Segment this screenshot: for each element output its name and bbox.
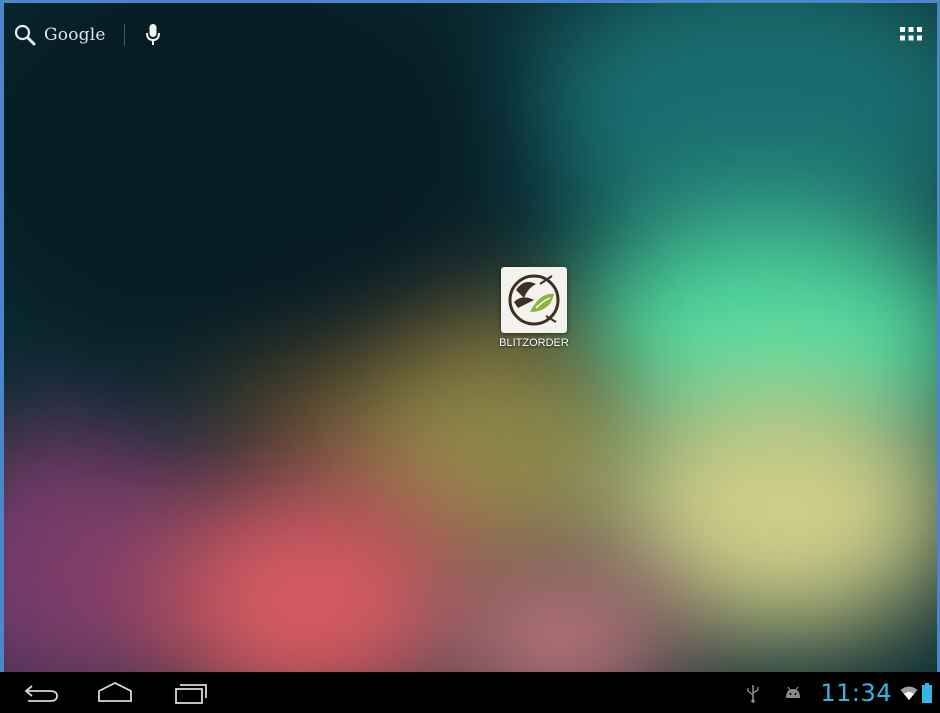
blitzorder-shortcut[interactable]: BLITZORDER [492,267,576,349]
wallpaper [0,0,940,672]
search-icon[interactable] [14,24,36,46]
microphone-icon[interactable] [145,23,161,47]
status-area[interactable]: 11:34 [746,672,932,713]
battery-icon [922,682,932,703]
android-debug-icon [786,686,801,698]
clock[interactable]: 11:34 [820,679,892,707]
wifi-icon [900,686,918,700]
search-divider [123,24,125,46]
all-apps-grid-icon[interactable] [898,24,924,46]
back-icon[interactable] [22,682,62,704]
blitzorder-app-icon[interactable] [501,267,567,333]
google-search-bar[interactable]: Google [14,20,161,50]
recent-apps-icon[interactable] [172,681,210,705]
home-icon[interactable] [96,680,134,704]
system-bar: 11:34 [0,672,940,713]
app-label[interactable]: BLITZORDER [499,337,569,349]
usb-debugging-icon [747,684,760,703]
home-screen: Google BLITZORDER 11:34 [0,0,940,713]
google-search-label[interactable]: Google [44,25,106,45]
